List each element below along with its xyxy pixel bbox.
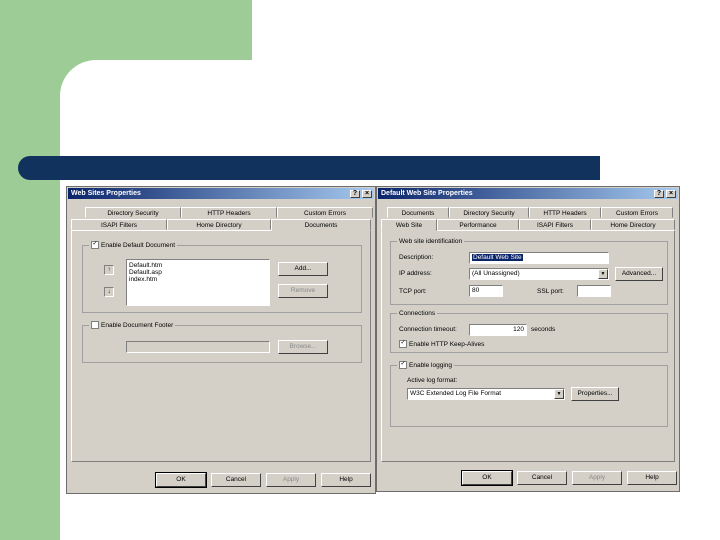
enable-document-footer-toggle[interactable]: Enable Document Footer [89, 321, 176, 330]
tab-performance[interactable]: Performance [437, 219, 519, 230]
tcp-port-label: TCP port: [399, 288, 427, 295]
default-documents-list[interactable]: Default.htm Default.asp index.htm [126, 259, 270, 306]
cancel-button[interactable]: Cancel [211, 473, 261, 487]
connections-group: Connections Connection timeout: 120 seco… [390, 309, 668, 353]
chevron-down-icon[interactable]: ▼ [554, 389, 564, 399]
tab-http-headers[interactable]: HTTP Headers [181, 207, 277, 218]
enable-default-document-toggle[interactable]: ✓ Enable Default Document [89, 241, 178, 250]
tab-web-site[interactable]: Web Site [381, 219, 437, 231]
remove-document-button[interactable]: Remove [278, 284, 328, 298]
keep-alives-toggle[interactable]: ✓ Enable HTTP Keep-Alives [399, 340, 484, 349]
tab-isapi-filters[interactable]: ISAPI Filters [519, 219, 591, 230]
ip-address-value: (All Unassigned) [472, 270, 520, 277]
ssl-port-field[interactable] [577, 285, 611, 297]
ok-button[interactable]: OK [461, 470, 513, 486]
document-footer-group: Enable Document Footer Browse... [82, 321, 362, 363]
help-button[interactable]: Help [321, 473, 371, 487]
keep-alives-label: Enable HTTP Keep-Alives [409, 341, 485, 348]
log-properties-button[interactable]: Properties... [571, 387, 619, 401]
default-document-group: ✓ Enable Default Document ↑ ↓ Default.htm… [82, 241, 362, 313]
chevron-down-icon[interactable]: ▼ [598, 269, 608, 279]
help-icon[interactable]: ? [350, 190, 360, 198]
tab-directory-security[interactable]: Directory Security [85, 207, 181, 218]
active-log-format-label: Active log format: [407, 377, 458, 384]
dialog-title: Default Web Site Properties [381, 190, 473, 197]
ssl-port-label: SSL port: [537, 288, 564, 295]
enable-logging-label: Enable logging [409, 362, 453, 369]
group-label: Web site identification [397, 237, 465, 246]
enable-document-footer-label: Enable Document Footer [101, 322, 174, 329]
connection-timeout-label: Connection timeout: [399, 326, 457, 333]
add-document-button[interactable]: Add... [278, 262, 328, 276]
list-item[interactable]: Default.htm [129, 262, 267, 269]
move-down-button[interactable]: ↓ [104, 287, 114, 297]
ok-button[interactable]: OK [155, 472, 207, 488]
logging-group: ✓ Enable logging Active log format: W3C E… [390, 361, 668, 427]
enable-logging-toggle[interactable]: ✓ Enable logging [397, 361, 455, 370]
dialog-titlebar: Web Sites Properties ? × [68, 188, 374, 199]
ip-address-label: IP address: [399, 270, 432, 277]
tab-isapi-filters[interactable]: ISAPI Filters [71, 219, 167, 230]
description-label: Description: [399, 254, 434, 261]
keep-alives-checkbox[interactable]: ✓ [399, 340, 407, 349]
tab-custom-errors[interactable]: Custom Errors [277, 207, 373, 218]
tab-home-directory[interactable]: Home Directory [167, 219, 271, 230]
enable-logging-checkbox[interactable]: ✓ [399, 361, 407, 370]
web-site-identification-group: Web site identification Description: Def… [390, 237, 668, 305]
apply-button[interactable]: Apply [266, 473, 316, 487]
dialog-titlebar: Default Web Site Properties ? × [378, 188, 678, 199]
advanced-button[interactable]: Advanced... [615, 267, 663, 281]
close-icon[interactable]: × [362, 190, 372, 198]
enable-default-document-label: Enable Default Document [101, 242, 176, 249]
connection-timeout-field[interactable]: 120 [469, 324, 527, 336]
list-item[interactable]: Default.asp [129, 269, 267, 276]
tab-documents[interactable]: Documents [271, 219, 371, 231]
tab-directory-security[interactable]: Directory Security [449, 207, 529, 218]
tab-panel: Web site identification Description: Def… [381, 230, 675, 462]
tcp-port-field[interactable]: 80 [469, 285, 503, 297]
footer-path-field[interactable] [126, 341, 270, 353]
move-up-button[interactable]: ↑ [104, 265, 114, 275]
tab-home-directory[interactable]: Home Directory [591, 219, 675, 230]
ip-address-dropdown[interactable]: (All Unassigned) ▼ [469, 268, 609, 280]
tab-panel: ✓ Enable Default Document ↑ ↓ Default.htm… [71, 230, 371, 462]
default-web-site-properties-dialog: Default Web Site Properties ? × Document… [376, 186, 680, 492]
tab-custom-errors[interactable]: Custom Errors [601, 207, 673, 218]
browse-button[interactable]: Browse... [278, 340, 328, 354]
log-format-value: W3C Extended Log File Format [410, 390, 502, 397]
description-field[interactable]: Default Web Site [469, 252, 609, 264]
close-icon[interactable]: × [666, 190, 676, 198]
log-format-dropdown[interactable]: W3C Extended Log File Format ▼ [407, 388, 565, 400]
dialog-title: Web Sites Properties [71, 190, 141, 197]
help-icon[interactable]: ? [654, 190, 664, 198]
background-title-bar [18, 156, 600, 180]
apply-button[interactable]: Apply [572, 471, 622, 485]
tab-documents[interactable]: Documents [387, 207, 449, 218]
help-button[interactable]: Help [627, 471, 677, 485]
group-label: Connections [397, 309, 438, 318]
description-value: Default Web Site [472, 254, 523, 261]
connection-timeout-value: 120 [513, 326, 524, 333]
list-item[interactable]: index.htm [129, 276, 267, 283]
enable-default-document-checkbox[interactable]: ✓ [91, 241, 99, 250]
web-sites-properties-dialog: Web Sites Properties ? × Directory Secur… [66, 186, 376, 494]
cancel-button[interactable]: Cancel [517, 471, 567, 485]
seconds-label: seconds [531, 326, 556, 333]
enable-document-footer-checkbox[interactable] [91, 321, 99, 330]
tab-http-headers[interactable]: HTTP Headers [529, 207, 601, 218]
